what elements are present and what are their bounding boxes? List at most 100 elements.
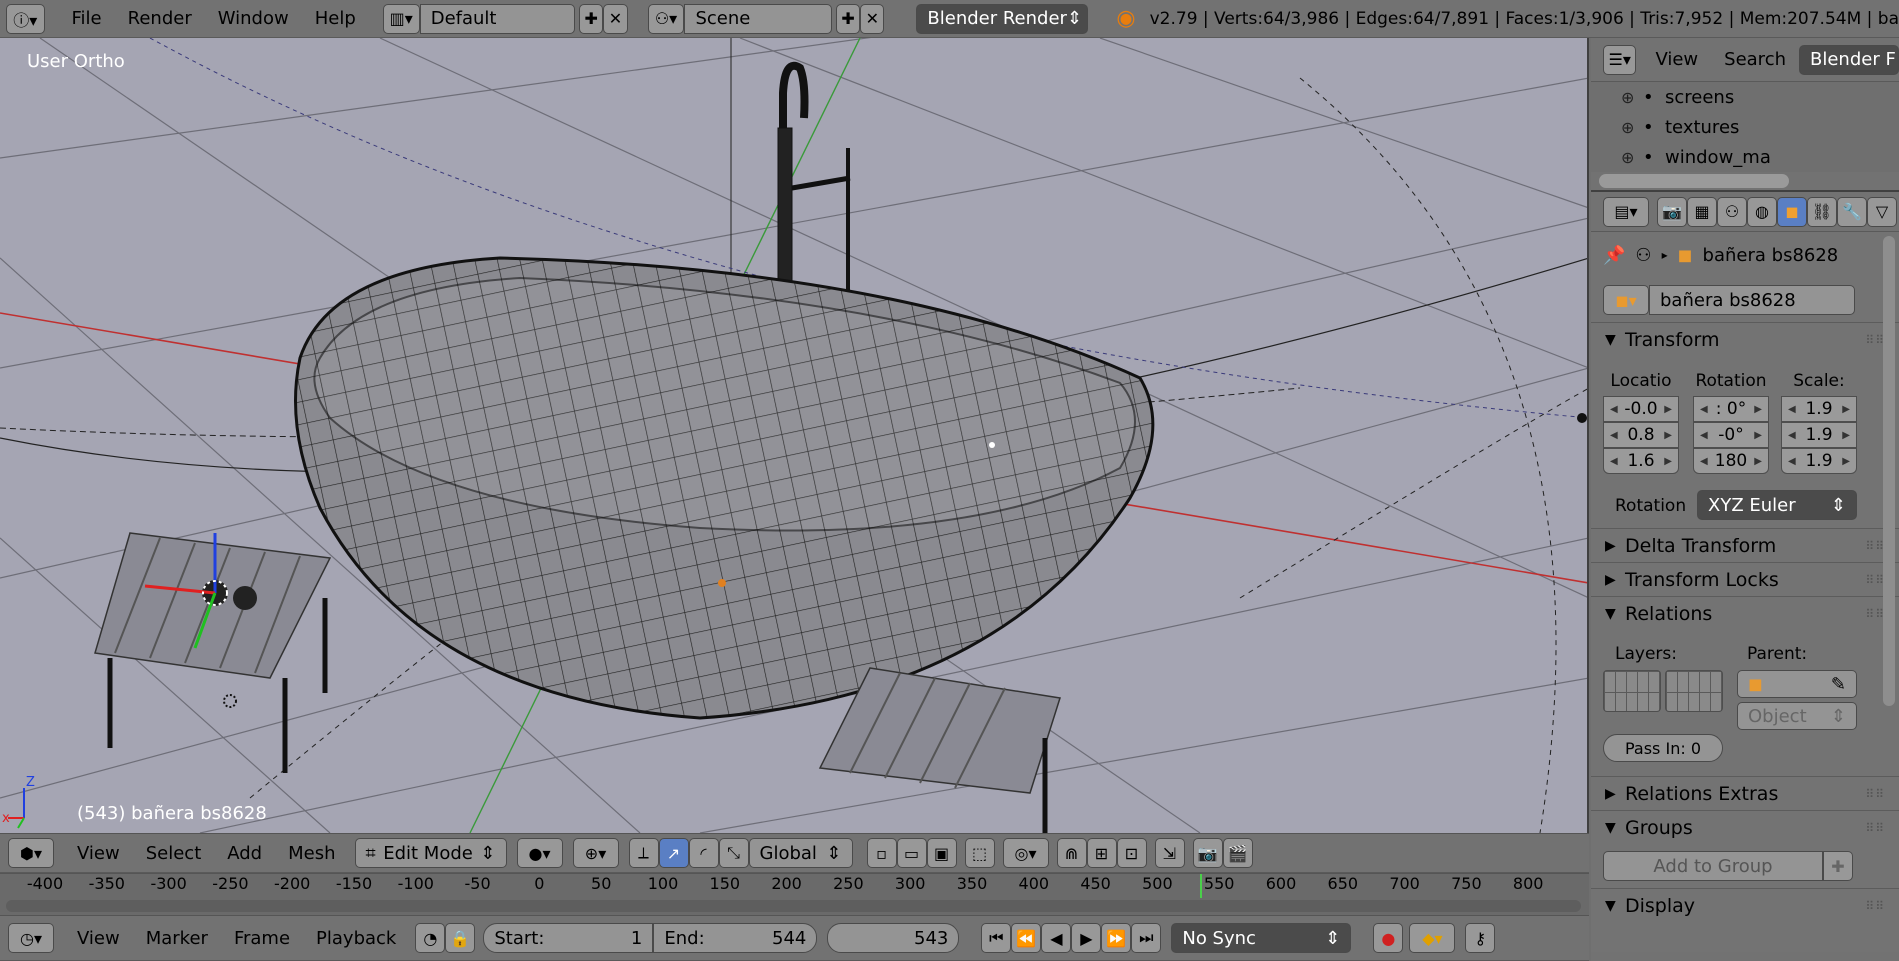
menu-render[interactable]: Render [115,8,205,29]
viewport-shading-button[interactable]: ●▾ [516,838,563,868]
face-select-icon[interactable]: ▣ [926,838,957,868]
groups-panel-header[interactable]: ▼ Groups ⠿⠿ [1591,810,1899,844]
rotation-y-field[interactable]: ◀ -0° ▶ [1693,422,1769,448]
scale-x-field[interactable]: ◀ 1.9 ▶ [1781,396,1857,422]
object-tab-icon[interactable]: ◼ [1777,196,1807,227]
object-browse-icon[interactable]: ◼▾ [1603,285,1649,315]
play-icon[interactable]: ▶ [1071,923,1102,953]
info-editor-type-button[interactable]: ⓘ▾ [6,3,45,34]
render-animation-icon[interactable]: 🎬 [1222,838,1253,868]
remove-layout-icon[interactable]: ✕ [603,3,628,34]
expand-icon[interactable]: ⊕ [1621,88,1643,107]
menu-file[interactable]: File [59,8,115,29]
render-still-icon[interactable]: 📷 [1192,838,1223,868]
constraints-tab-icon[interactable]: ⛓ [1807,196,1837,227]
outliner-item-window-manager[interactable]: ⊕ • window_ma [1591,142,1899,172]
world-tab-icon[interactable]: ◍ [1747,196,1777,227]
pin-icon[interactable]: 📌 [1603,245,1625,266]
auto-keying-record-icon[interactable]: ● [1373,923,1404,953]
location-y-field[interactable]: ◀ 0.8 ▶ [1603,422,1679,448]
add-to-group-button[interactable]: Add to Group [1603,851,1823,881]
end-frame-field[interactable]: End: 544 [653,923,818,953]
outliner-menu-view[interactable]: View [1642,49,1711,70]
keying-set-icon[interactable]: ◆▾ [1409,923,1456,953]
relations-extras-panel-header[interactable]: ▶ Relations Extras ⠿⠿ [1591,776,1899,810]
delta-transform-panel-header[interactable]: ▶ Delta Transform ⠿⠿ [1591,528,1899,562]
rotation-mode-select[interactable]: XYZ Euler ⇕ [1697,490,1857,520]
interaction-mode-select[interactable]: ⌗ Edit Mode ⇕ [354,838,507,868]
expand-icon[interactable]: ⊕ [1621,148,1643,167]
timeline-menu-marker[interactable]: Marker [133,928,221,949]
add-group-plus-icon[interactable]: ✚ [1823,851,1853,881]
edge-select-icon[interactable]: ▭ [896,838,927,868]
grip-icon[interactable]: ⠿⠿ [1865,899,1885,913]
viewport-menu-view[interactable]: View [64,843,133,864]
transform-locks-panel-header[interactable]: ▶ Transform Locks ⠿⠿ [1591,562,1899,596]
viewport-menu-add[interactable]: Add [214,843,275,864]
jump-keyframe-forward-icon[interactable]: ⏩ [1101,923,1132,953]
rotate-manipulator-icon[interactable]: ◜ [688,838,719,868]
opengl-render-icon[interactable]: ⇲ [1154,838,1185,868]
rotation-x-field[interactable]: ◀: 0° ▶ [1693,396,1769,422]
eyedropper-icon[interactable]: ✎ [1831,674,1846,695]
outliner-display-mode[interactable]: Blender F [1799,44,1899,75]
timeline-scrollbar[interactable] [6,900,1581,912]
add-scene-icon[interactable]: ✚ [835,3,861,34]
properties-scrollbar[interactable] [1883,236,1895,706]
play-reverse-icon[interactable]: ◀ [1041,923,1072,953]
insert-keyframe-icon[interactable]: ⚷ [1465,923,1496,953]
scene-field[interactable]: Scene [684,3,832,34]
expand-icon[interactable]: ⊕ [1621,118,1643,137]
outliner-menu-search[interactable]: Search [1711,49,1799,70]
parent-type-select[interactable]: Object ⇕ [1737,702,1857,730]
modifiers-tab-icon[interactable]: 🔧 [1837,196,1867,227]
transform-panel-header[interactable]: ▼ Transform ⠿⠿ [1591,322,1899,356]
location-x-field[interactable]: ◀ -0.0 ▶ [1603,396,1679,422]
scale-z-field[interactable]: ◀ 1.9 ▶ [1781,448,1857,474]
transform-orientation-select[interactable]: Global ⇕ [748,838,853,868]
proportional-edit-button[interactable]: ◎▾ [1002,838,1049,868]
pass-index-field[interactable]: Pass In: 0 [1603,734,1723,762]
snap-toggle-icon[interactable]: ⋒ [1056,838,1087,868]
timeline-editor-type-button[interactable]: ◷▾ [8,923,54,953]
parent-field[interactable]: ◼ ✎ [1737,670,1857,698]
rotation-z-field[interactable]: ◀ 180 ▶ [1693,448,1769,474]
screen-layout-field[interactable]: Default [419,3,576,34]
sync-mode-select[interactable]: No Sync ⇕ [1171,923,1352,953]
menu-window[interactable]: Window [205,8,302,29]
snap-target-icon[interactable]: ⊡ [1116,838,1147,868]
object-name-field[interactable]: bañera bs8628 [1649,285,1855,315]
vertex-select-icon[interactable]: ▫ [866,838,897,868]
scene-icon[interactable]: ⚇▾ [647,3,685,34]
outliner-item-screens[interactable]: ⊕ • screens [1591,82,1899,112]
screen-layout-icon[interactable]: ▥▾ [382,3,420,34]
timeline-menu-playback[interactable]: Playback [303,928,409,949]
layers-grid-right[interactable] [1665,670,1723,712]
occlude-geometry-icon[interactable]: ⬚ [964,838,995,868]
preview-range-icon[interactable]: ◔ [415,923,446,953]
data-tab-icon[interactable]: ▽ [1867,196,1897,227]
add-layout-icon[interactable]: ✚ [579,3,604,34]
snap-element-icon[interactable]: ⊞ [1086,838,1117,868]
display-panel-header[interactable]: ▼ Display ⠿⠿ [1591,888,1899,922]
outliner-scrollbar[interactable] [1591,172,1899,190]
timeline-menu-view[interactable]: View [64,928,133,949]
relations-panel-header[interactable]: ▼ Relations ⠿⠿ [1591,596,1899,630]
grip-icon[interactable]: ⠿⠿ [1865,821,1885,835]
location-z-field[interactable]: ◀ 1.6 ▶ [1603,448,1679,474]
timeline-menu-frame[interactable]: Frame [221,928,303,949]
scale-y-field[interactable]: ◀ 1.9 ▶ [1781,422,1857,448]
viewport-menu-mesh[interactable]: Mesh [275,843,348,864]
remove-scene-icon[interactable]: ✕ [860,3,885,34]
render-engine-select[interactable]: Blender Render ⇕ [916,3,1089,34]
timeline-ruler[interactable]: -400 -350 -300 -250 -200 -150 -100 -50 0 50 100 150… [0,873,1589,915]
pivot-point-button[interactable]: ⊕▾ [572,838,619,868]
manipulator-toggle-icon[interactable]: ⟂ [628,838,659,868]
grip-icon[interactable]: ⠿⠿ [1865,787,1885,801]
viewport-editor-type-button[interactable]: ⬢▾ [8,838,54,868]
3d-viewport[interactable]: User Ortho (543) bañera bs8628 Z x [0,38,1589,833]
outliner-editor-type-button[interactable]: ☰▾ [1603,44,1637,75]
viewport-menu-select[interactable]: Select [133,843,215,864]
render-tab-icon[interactable]: 📷 [1657,196,1687,227]
jump-start-icon[interactable]: ⏮ [981,923,1012,953]
